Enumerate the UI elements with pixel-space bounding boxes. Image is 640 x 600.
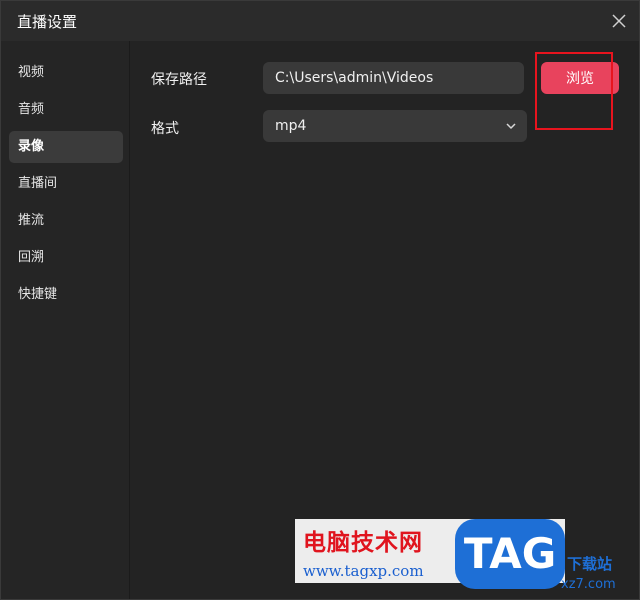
watermark-url: www.tagxp.com xyxy=(303,562,424,580)
browse-button[interactable]: 浏览 xyxy=(541,62,619,94)
watermark-logo: TAG xyxy=(455,519,565,589)
settings-sidebar: 视频 音频 录像 直播间 推流 回溯 快捷键 xyxy=(1,41,130,599)
close-icon xyxy=(612,14,626,28)
watermark-brand-text: 电脑技术网 xyxy=(303,530,423,556)
watermark-site-name: 下载站 xyxy=(567,555,613,573)
save-path-label: 保存路径 xyxy=(151,72,207,88)
watermark-site-url: xz7.com xyxy=(561,577,616,592)
close-button[interactable] xyxy=(607,9,631,33)
title-bar: 直播设置 xyxy=(1,1,639,41)
format-select[interactable]: mp4 xyxy=(263,110,527,142)
sidebar-item-audio[interactable]: 音频 xyxy=(9,94,123,126)
sidebar-item-live-room[interactable]: 直播间 xyxy=(9,168,123,200)
sidebar-item-replay[interactable]: 回溯 xyxy=(9,242,123,274)
sidebar-item-hotkeys[interactable]: 快捷键 xyxy=(9,279,123,311)
sidebar-item-recording[interactable]: 录像 xyxy=(9,131,123,163)
chevron-down-icon xyxy=(506,123,516,130)
format-selected-value: mp4 xyxy=(275,118,307,134)
sidebar-item-stream[interactable]: 推流 xyxy=(9,205,123,237)
save-path-input[interactable] xyxy=(263,62,524,94)
live-settings-dialog: 直播设置 视频 音频 录像 直播间 推流 回溯 快捷键 保存路径 浏览 格式 m… xyxy=(0,0,640,600)
sidebar-item-video[interactable]: 视频 xyxy=(9,57,123,89)
format-label: 格式 xyxy=(151,121,179,137)
dialog-title: 直播设置 xyxy=(17,13,78,31)
recording-settings-panel: 保存路径 浏览 格式 mp4 xyxy=(130,41,639,599)
